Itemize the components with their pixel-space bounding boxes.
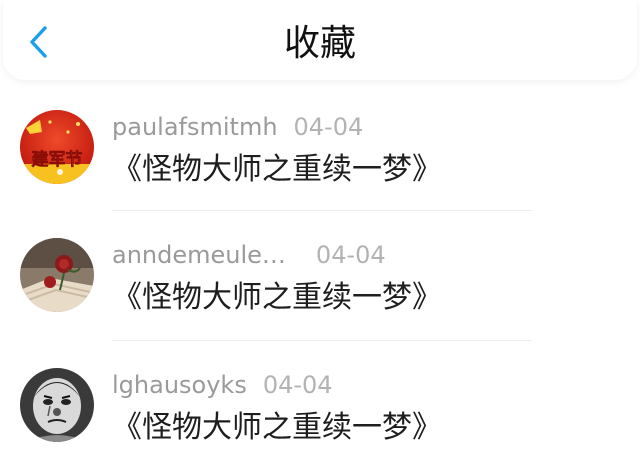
list-item[interactable]: 建军节 paulafsmitmh 04-04 《怪物大师之重续一梦》 — [0, 80, 640, 211]
top-bar: 收藏 — [3, 0, 637, 80]
avatar[interactable]: 建军节 — [20, 110, 94, 184]
svg-text:建军节: 建军节 — [32, 149, 83, 170]
avatar[interactable] — [20, 368, 94, 442]
list-item[interactable]: lghausoyks 04-04 《怪物大师之重续一梦》 — [0, 340, 640, 470]
username[interactable]: anndemeule… — [112, 241, 286, 269]
favorites-list: 建军节 paulafsmitmh 04-04 《怪物大师之重续一梦》 annde… — [0, 80, 640, 470]
timestamp: 04-04 — [293, 113, 364, 141]
list-item[interactable]: anndemeule… 04-04 《怪物大师之重续一梦》 — [0, 210, 640, 341]
item-meta: paulafsmitmh 04-04 — [112, 112, 363, 142]
favorites-page: 收藏 建军节 paulafsmitmh 04-04 《怪物大师之重续一梦》 an… — [0, 0, 640, 475]
username[interactable]: paulafsmitmh — [112, 113, 278, 141]
page-title: 收藏 — [283, 23, 356, 64]
item-content[interactable]: 《怪物大师之重续一梦》 — [112, 278, 442, 318]
clown-face-avatar — [20, 368, 94, 442]
red-festival-avatar: 建军节 — [20, 110, 94, 184]
username[interactable]: lghausoyks — [112, 371, 247, 399]
timestamp: 04-04 — [315, 241, 386, 269]
timestamp: 04-04 — [262, 371, 333, 399]
rose-book-avatar — [20, 238, 94, 312]
avatar[interactable] — [20, 238, 94, 312]
item-content[interactable]: 《怪物大师之重续一梦》 — [112, 408, 442, 448]
item-meta: lghausoyks 04-04 — [112, 370, 333, 400]
item-content[interactable]: 《怪物大师之重续一梦》 — [112, 150, 442, 190]
item-meta: anndemeule… 04-04 — [112, 240, 386, 270]
